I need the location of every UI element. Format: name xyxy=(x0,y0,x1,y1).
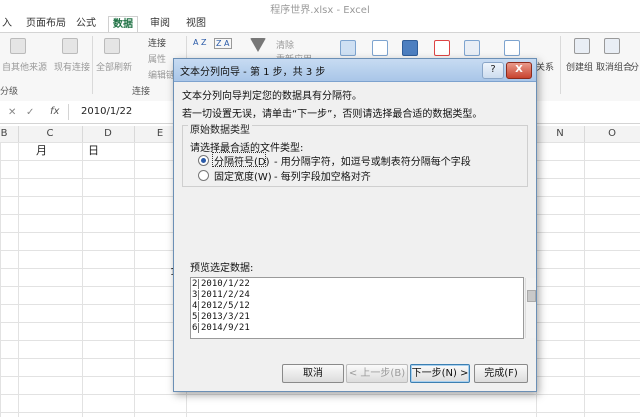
flash-fill-icon[interactable] xyxy=(372,40,388,56)
existing-connections-button[interactable]: 现有连接 xyxy=(54,60,90,73)
consolidate-icon[interactable] xyxy=(464,40,480,56)
create-group-button[interactable]: 创建组 xyxy=(566,60,593,73)
preview-row: 3 2011/2/24 xyxy=(192,290,250,300)
clear-filter-button[interactable]: 清除 xyxy=(276,38,294,51)
text-to-columns-icon[interactable] xyxy=(340,40,356,56)
connections-button[interactable]: 连接 xyxy=(148,36,166,49)
column-header[interactable]: B xyxy=(0,126,19,142)
group-icon[interactable] xyxy=(574,38,590,54)
tab-review[interactable]: 审阅 xyxy=(146,16,174,32)
finish-button[interactable]: 完成(F) xyxy=(474,364,528,383)
close-button[interactable]: X xyxy=(506,62,532,79)
preview-row: 5 2013/3/21 xyxy=(192,312,250,322)
dialog-intro: 文本分列向导判定您的数据具有分隔符。 xyxy=(182,91,362,102)
existing-connections-icon xyxy=(62,38,78,54)
window-title: 程序世界.xlsx - Excel xyxy=(270,5,370,16)
ribbon-tabs: 入 页面布局 公式 数据 审阅 视图 xyxy=(0,16,640,34)
get-external-data-group-label: 分级 xyxy=(0,87,19,97)
next-button[interactable]: 下一步(N) > xyxy=(410,364,470,383)
column-header[interactable]: N xyxy=(536,126,585,142)
dialog-title-bar[interactable]: 文本分列向导 - 第 1 步，共 3 步 ? X xyxy=(174,59,536,82)
column-header[interactable]: D xyxy=(82,126,135,142)
preview-row: 6 2014/9/21 xyxy=(192,323,250,333)
column-header[interactable]: O xyxy=(584,126,640,142)
relationships-button[interactable]: 关系 xyxy=(536,60,554,73)
ribbon-separator xyxy=(560,36,561,94)
subtotal-button[interactable]: 分 xyxy=(630,60,639,73)
preview-label: 预览选定数据: xyxy=(190,263,254,274)
tab-formulas[interactable]: 公式 xyxy=(72,16,100,32)
refresh-all-button[interactable]: 全部刷新 xyxy=(96,60,132,73)
fixed-width-radio[interactable] xyxy=(198,170,209,181)
data-type-group-label: 原始数据类型 xyxy=(188,121,252,136)
fixed-width-description: - 每列字段加空格对齐 xyxy=(274,172,371,183)
delimited-radio[interactable] xyxy=(198,155,209,166)
cell-c1-month[interactable]: 月 xyxy=(36,142,47,158)
ungroup-icon[interactable] xyxy=(604,38,620,54)
cancel-button[interactable]: 取消 xyxy=(282,364,344,383)
fixed-width-label[interactable]: 固定宽度(W) xyxy=(214,168,272,183)
other-sources-icon xyxy=(10,38,26,54)
refresh-all-icon xyxy=(104,38,120,54)
help-button[interactable]: ? xyxy=(482,62,504,79)
data-validation-icon[interactable] xyxy=(434,40,450,56)
preview-vertical-scrollbar[interactable] xyxy=(525,278,536,338)
what-if-icon[interactable] xyxy=(504,40,520,56)
delimited-description: - 用分隔字符，如逗号或制表符分隔每个字段 xyxy=(274,157,471,168)
scrollbar-thumb[interactable] xyxy=(527,290,536,302)
preview-row: 4 2012/5/12 xyxy=(192,301,250,311)
grid-line xyxy=(82,142,83,417)
from-other-sources-button[interactable]: 自其他来源 xyxy=(2,60,47,73)
insert-function-icon[interactable]: fx xyxy=(50,106,59,117)
properties-button[interactable]: 属性 xyxy=(148,52,166,65)
column-header[interactable]: C xyxy=(18,126,83,142)
confirm-entry-icon[interactable]: ✓ xyxy=(26,107,34,118)
ungroup-button[interactable]: 取消组合 xyxy=(596,60,632,73)
connections-group-label: 连接 xyxy=(132,87,151,97)
edit-links-button[interactable]: 编辑链 xyxy=(148,68,175,81)
remove-duplicates-icon[interactable] xyxy=(402,40,418,56)
cancel-entry-icon[interactable]: ✕ xyxy=(8,107,16,118)
sort-za-button[interactable]: Z A xyxy=(214,38,232,49)
data-preview[interactable]: 2 2010/1/22 3 2011/2/24 4 2012/5/12 5 2013/3… xyxy=(190,277,536,339)
tab-insert[interactable]: 入 xyxy=(0,16,16,32)
formula-value: 2010/1/22 xyxy=(81,106,133,117)
preview-row: 2 2010/1/22 xyxy=(192,279,250,289)
filter-icon[interactable] xyxy=(250,38,266,52)
sort-az-button[interactable]: A Z xyxy=(193,38,207,47)
dialog-title: 文本分列向导 - 第 1 步，共 3 步 xyxy=(180,67,326,78)
back-button[interactable]: < 上一步(B) xyxy=(346,364,408,383)
tab-page-layout[interactable]: 页面布局 xyxy=(22,16,70,32)
grid-line xyxy=(584,142,585,417)
cell-d1-day[interactable]: 日 xyxy=(88,142,99,158)
ribbon-separator xyxy=(92,36,93,94)
window-title-bar: 程序世界.xlsx - Excel xyxy=(0,0,640,16)
delimited-label[interactable]: 分隔符号(D) xyxy=(214,153,270,168)
tab-view[interactable]: 视图 xyxy=(182,16,210,32)
grid-line xyxy=(134,142,135,417)
grid-line xyxy=(18,142,19,417)
dialog-hint: 若一切设置无误，请单击“下一步”，否则请选择最合适的数据类型。 xyxy=(182,109,483,120)
text-to-columns-dialog: 文本分列向导 - 第 1 步，共 3 步 ? X 文本分列向导判定您的数据具有分… xyxy=(173,58,537,392)
